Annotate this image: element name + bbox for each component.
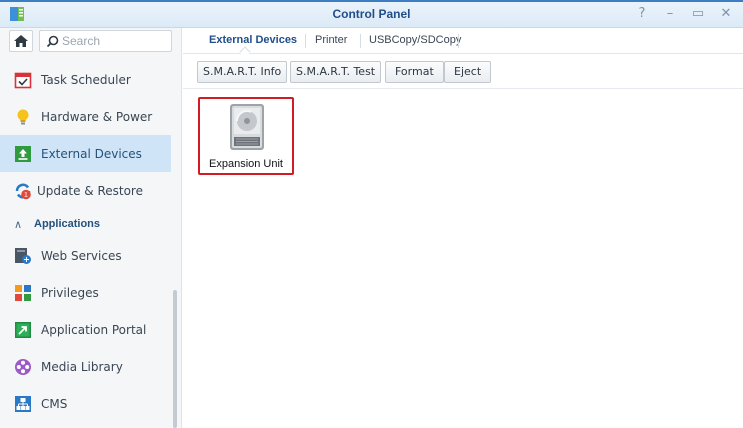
film-reel-icon — [15, 359, 31, 375]
sidebar-item-hardware-power[interactable]: Hardware & Power — [0, 98, 171, 135]
sidebar-item-cms[interactable]: CMS — [0, 385, 171, 422]
format-button[interactable]: Format — [385, 61, 444, 83]
sidebar-item-label: Application Portal — [41, 323, 147, 337]
window-title: Control Panel — [332, 7, 411, 21]
tab-printer[interactable]: Printer — [315, 34, 347, 46]
sidebar-item-update-restore[interactable]: 1 Update & Restore — [0, 172, 171, 209]
toolbar: S.M.A.R.T. Info S.M.A.R.T. Test Format E… — [183, 59, 743, 89]
close-icon[interactable]: ✕ — [719, 5, 733, 23]
tab-usbcopy-sdcopy[interactable]: USBCopy/SDCopy — [369, 34, 461, 46]
sidebar-item-label: CMS — [41, 397, 68, 411]
title-bar: Control Panel ? – ▭ ✕ — [0, 0, 743, 28]
maximize-icon[interactable]: ▭ — [691, 5, 705, 23]
device-expansion-unit[interactable]: Expansion Unit — [198, 97, 294, 175]
lightbulb-icon — [17, 109, 29, 125]
sidebar-item-label: External Devices — [41, 147, 142, 161]
home-button[interactable] — [9, 30, 33, 52]
privileges-icon — [15, 285, 31, 301]
sidebar-item-application-portal[interactable]: Application Portal — [0, 311, 171, 348]
chevron-up-icon: ∧ — [14, 218, 23, 231]
search-icon — [46, 35, 59, 48]
search-input[interactable] — [62, 33, 167, 49]
sidebar-item-label: Media Library — [41, 360, 123, 374]
tab-divider — [458, 34, 459, 48]
update-badge-count: 1 — [24, 192, 28, 199]
sidebar-item-label: Hardware & Power — [41, 110, 153, 124]
upload-box-icon — [15, 146, 31, 162]
help-icon[interactable]: ? — [635, 5, 649, 23]
web-services-icon — [15, 248, 31, 264]
search-box[interactable] — [39, 30, 172, 52]
minimize-icon[interactable]: – — [663, 5, 677, 23]
sidebar-item-label: Update & Restore — [37, 184, 143, 198]
sidebar: Task Scheduler Hardware & Power External… — [0, 28, 182, 428]
sidebar-item-label: Privileges — [41, 286, 99, 300]
smart-info-button[interactable]: S.M.A.R.T. Info — [197, 61, 288, 83]
hard-drive-icon — [230, 104, 264, 150]
active-tab-indicator — [239, 46, 251, 58]
tab-bar: External Devices Printer USBCopy/SDCopy — [183, 28, 743, 58]
refresh-badge-icon: 1 — [15, 183, 31, 200]
sidebar-item-web-services[interactable]: Web Services — [0, 237, 171, 274]
sidebar-item-label: Web Services — [41, 249, 122, 263]
tab-divider — [305, 34, 306, 48]
smart-test-button[interactable]: S.M.A.R.T. Test — [290, 61, 382, 83]
sidebar-item-task-scheduler[interactable]: Task Scheduler — [0, 61, 171, 98]
sidebar-scrollbar[interactable] — [173, 290, 177, 428]
sidebar-item-external-devices[interactable]: External Devices — [0, 135, 171, 172]
calendar-check-icon — [14, 72, 32, 89]
tab-external-devices[interactable]: External Devices — [209, 34, 297, 46]
home-icon — [14, 35, 28, 47]
eject-button[interactable]: Eject — [444, 61, 492, 83]
portal-arrow-icon — [15, 322, 31, 338]
sidebar-item-privileges[interactable]: Privileges — [0, 274, 171, 311]
sidebar-item-label: Task Scheduler — [41, 73, 131, 87]
tab-divider — [360, 34, 361, 48]
sidebar-section-label: Applications — [34, 218, 101, 230]
sidebar-item-media-library[interactable]: Media Library — [0, 348, 171, 385]
sidebar-section-applications[interactable]: ∧ Applications — [0, 213, 171, 237]
device-label: Expansion Unit — [209, 158, 283, 170]
main-panel: External Devices Printer USBCopy/SDCopy … — [183, 28, 743, 428]
cms-network-icon — [15, 396, 31, 412]
